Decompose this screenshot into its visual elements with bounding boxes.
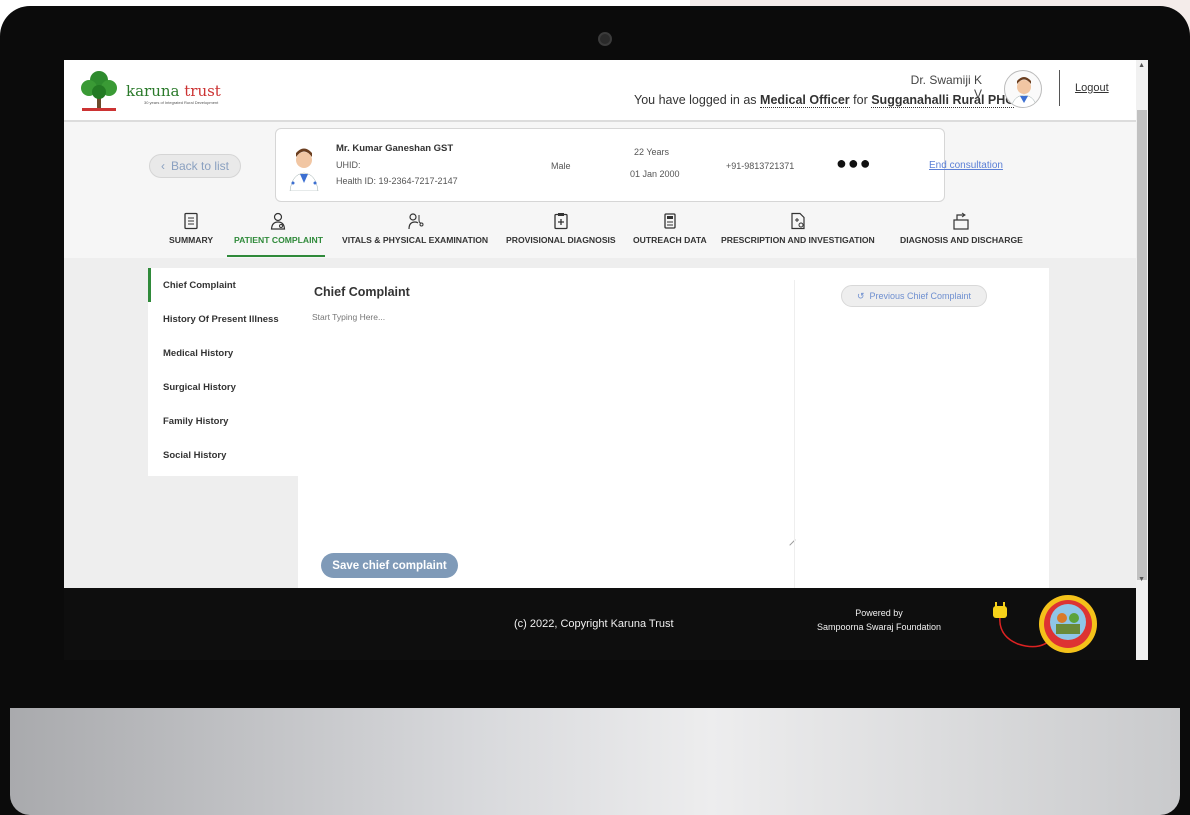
tab-summary[interactable]: SUMMARY — [169, 208, 213, 256]
previous-label: Previous Chief Complaint — [869, 291, 972, 301]
scroll-up-icon[interactable]: ▲ — [1138, 62, 1145, 69]
monitor-chin — [10, 708, 1180, 815]
tab-patient-complaint[interactable]: PATIENT COMPLAINT — [234, 208, 323, 256]
patient-health-id: Health ID: 19-2364-7217-2147 — [336, 176, 458, 186]
tab-label: PATIENT COMPLAINT — [234, 235, 323, 245]
side-item-social-history[interactable]: Social History — [163, 450, 226, 461]
patient-name: Mr. Kumar Ganeshan GST — [336, 143, 454, 154]
tab-label: VITALS & PHYSICAL EXAMINATION — [342, 235, 489, 245]
side-item-medical-history[interactable]: Medical History — [163, 348, 233, 359]
more-options-icon[interactable]: ●●● — [836, 153, 872, 174]
brand-name-2: trust — [184, 82, 221, 100]
chief-complaint-input[interactable] — [312, 312, 792, 548]
patient-uhid: UHID: — [336, 160, 361, 170]
side-item-chief-complaint[interactable]: Chief Complaint — [163, 280, 236, 291]
back-label: Back to list — [170, 159, 230, 173]
foundation-name: Sampoorna Swaraj Foundation — [816, 622, 942, 633]
prescription-icon — [791, 212, 805, 230]
footer: (c) 2022, Copyright Karuna Trust Powered… — [64, 588, 1136, 660]
doctor-avatar-icon — [1011, 77, 1037, 107]
sampoorna-swaraj-logo-icon — [1039, 595, 1097, 653]
side-item-history-present-illness[interactable]: History Of Present Illness — [163, 314, 279, 325]
doctor-avatar[interactable] — [1004, 70, 1042, 108]
copyright-text: (c) 2022, Copyright Karuna Trust — [514, 618, 674, 630]
tree-logo-icon — [81, 71, 117, 111]
active-tab-indicator — [227, 255, 325, 257]
user-role: Medical Officer — [760, 93, 850, 108]
tab-label: PROVISIONAL DIAGNOSIS — [506, 235, 616, 245]
tab-label: OUTREACH DATA — [633, 235, 707, 245]
chevron-left-icon: ‹ — [160, 159, 165, 173]
vertical-scrollbar[interactable]: ▲ ▼ — [1136, 60, 1148, 660]
patient-age: 22 Years — [634, 147, 670, 157]
login-prefix: You have logged in as — [634, 93, 761, 107]
patient-icon — [271, 212, 286, 230]
tab-label: PRESCRIPTION AND INVESTIGATION — [721, 235, 875, 245]
complaint-side-menu: Chief Complaint History Of Present Illne… — [148, 268, 298, 476]
discharge-icon — [953, 212, 970, 230]
patient-phone: +91-9813721371 — [726, 161, 795, 171]
side-item-surgical-history[interactable]: Surgical History — [163, 382, 236, 393]
tab-label: SUMMARY — [169, 235, 214, 245]
tab-outreach-data[interactable]: OUTREACH DATA — [633, 208, 707, 256]
side-item-family-history[interactable]: Family History — [163, 416, 228, 427]
tab-diagnosis-discharge[interactable]: DIAGNOSIS AND DISCHARGE — [900, 208, 1023, 256]
save-chief-complaint-button[interactable]: Save chief complaint — [321, 553, 458, 578]
end-consultation-link[interactable]: End consultation — [926, 158, 1006, 173]
powered-by-label: Powered by — [855, 608, 903, 618]
brand-name-1: karuna — [126, 82, 180, 100]
clipboard-icon — [554, 213, 568, 230]
patient-gender: Male — [551, 161, 571, 171]
top-header: karuna trust 30 years of Integrated Rura… — [64, 60, 1136, 122]
chief-complaint-panel: Chief Complaint ↺ Previous Chief Complai… — [298, 268, 1049, 588]
doctor-name: Dr. Swamiji K V — [910, 73, 982, 101]
patient-dob: 01 Jan 2000 — [630, 169, 680, 179]
scrollbar-thumb[interactable] — [1137, 110, 1147, 580]
scroll-down-icon[interactable]: ▼ — [1138, 576, 1145, 583]
panel-divider — [794, 280, 795, 588]
tab-bar: SUMMARY PATIENT COMPLAINT VITALS & PHYSI… — [64, 208, 1136, 256]
tab-prescription[interactable]: PRESCRIPTION AND INVESTIGATION — [721, 208, 875, 256]
outreach-icon — [664, 213, 676, 229]
tab-provisional-diagnosis[interactable]: PROVISIONAL DIAGNOSIS — [506, 208, 616, 256]
login-for: for — [849, 93, 872, 107]
tab-vitals[interactable]: VITALS & PHYSICAL EXAMINATION — [342, 208, 488, 256]
history-icon: ↺ — [856, 290, 865, 301]
tab-label: DIAGNOSIS AND DISCHARGE — [900, 235, 1023, 245]
patient-avatar-icon — [289, 148, 319, 191]
app-screen: karuna trust 30 years of Integrated Rura… — [64, 60, 1148, 660]
stethoscope-icon — [408, 213, 424, 230]
previous-chief-complaint-button[interactable]: ↺ Previous Chief Complaint — [841, 285, 987, 307]
brand-logo: karuna trust — [126, 82, 221, 100]
document-icon — [184, 212, 198, 230]
brand-tagline: 30 years of Integrated Rural Development — [144, 100, 219, 105]
side-active-indicator — [148, 268, 151, 302]
back-to-list-button[interactable]: ‹ Back to list — [149, 154, 241, 178]
header-divider — [1059, 70, 1060, 106]
panel-title: Chief Complaint — [314, 285, 410, 299]
logout-link[interactable]: Logout — [1075, 82, 1109, 94]
webcam-icon — [598, 32, 612, 46]
patient-card: Mr. Kumar Ganeshan GST UHID: Health ID: … — [275, 128, 945, 202]
powered-by: Powered by Sampoorna Swaraj Foundation — [804, 606, 954, 635]
